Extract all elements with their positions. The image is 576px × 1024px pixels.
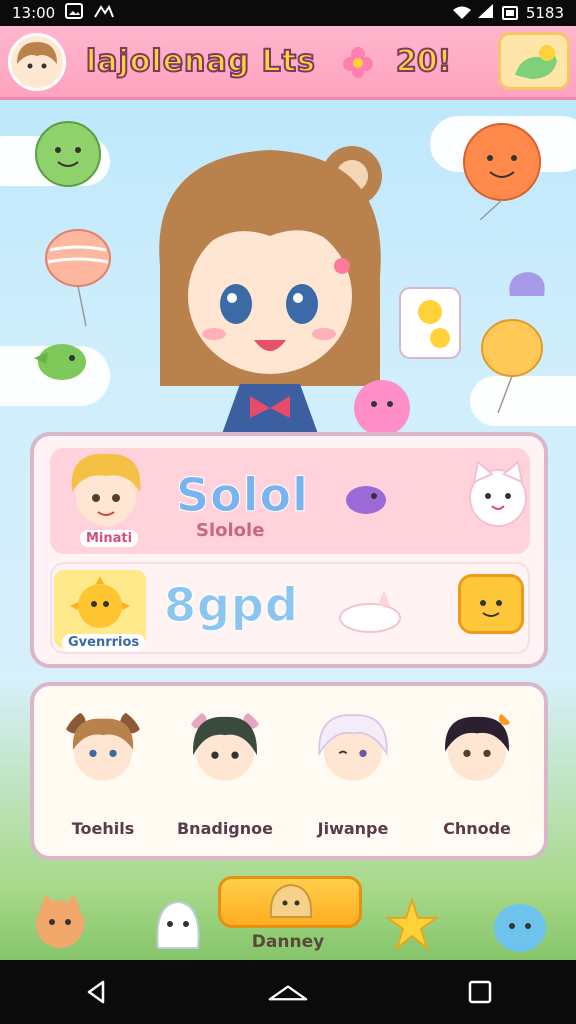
character-name: Chnode (443, 819, 511, 838)
menu-button[interactable] (498, 32, 570, 90)
row2-tag: Gvenrrios (62, 634, 146, 651)
status-time: 13:00 (12, 4, 56, 22)
android-nav-bar (0, 960, 576, 1024)
character-name: Jiwanpe (317, 819, 389, 838)
character-card[interactable]: Chnode (422, 696, 532, 846)
character-name: Bnadignoe (176, 819, 273, 838)
image-icon (65, 3, 84, 23)
top-hud: lajolenag Lts 20! (0, 26, 576, 100)
recents-icon[interactable] (460, 972, 500, 1012)
green-balloon-icon (35, 121, 101, 187)
character-portrait-black-hair (445, 712, 512, 781)
battery-icon (501, 6, 518, 20)
wifi-icon (452, 6, 471, 20)
yellow-balloon-icon (481, 319, 543, 414)
row1-label: Slolole (196, 520, 265, 541)
cookie-icon (269, 883, 313, 918)
white-cat-icon (469, 460, 527, 527)
share-icon (93, 3, 115, 23)
blonde-boy-avatar (71, 453, 141, 526)
status-right-text: 5183 (525, 4, 564, 22)
signal-icon (477, 4, 494, 22)
game-screen: 13:00 5183 lajolenag Lts 20! Minati Solo… (0, 0, 576, 1024)
status-bar: 13:00 5183 (0, 0, 576, 26)
game-title: lajolenag Lts (85, 43, 316, 80)
green-bird-icon (34, 344, 86, 380)
duck-icon (515, 45, 557, 79)
purple-bird-icon (346, 486, 386, 514)
row1-big-text: Solol (176, 468, 309, 523)
character-name: Toehils (71, 819, 135, 838)
stats-panel: Minati Solol Slolole Gvenrrios 8gpd (30, 432, 548, 668)
stat-row-1[interactable]: Minati Solol Slolole (50, 448, 530, 554)
row2-big-text: 8gpd (164, 578, 299, 633)
character-portrait-dark-hair (190, 712, 260, 781)
character-card[interactable]: Jiwanpe (298, 696, 408, 846)
play-button[interactable] (218, 876, 362, 928)
chest-icon (480, 600, 502, 617)
character-portrait-white-hair (318, 714, 388, 781)
player-avatar[interactable] (8, 32, 66, 91)
stat-row-2[interactable]: Gvenrrios 8gpd (50, 562, 530, 654)
row1-tag: Minati (80, 530, 139, 547)
orange-balloon-icon (463, 123, 541, 220)
hanging-sign-icon (399, 287, 461, 359)
play-label: Danney (251, 932, 325, 952)
back-icon[interactable] (76, 972, 116, 1012)
character-portrait-brown-bear (63, 711, 143, 781)
striped-balloon-icon (45, 229, 111, 327)
purple-blob-icon (509, 272, 545, 296)
character-card[interactable]: Toehils (48, 696, 158, 846)
score-counter: 20! (395, 43, 452, 80)
home-icon[interactable] (268, 972, 308, 1012)
sun-icon (70, 576, 130, 628)
treasure-chest-button[interactable] (458, 574, 524, 634)
white-bunny-icon (339, 590, 401, 633)
character-select-panel: Toehils Bnadignoe Jiwanpe Chnode (30, 682, 548, 860)
flower-icon[interactable] (340, 44, 376, 80)
character-card[interactable]: Bnadignoe (170, 696, 280, 846)
